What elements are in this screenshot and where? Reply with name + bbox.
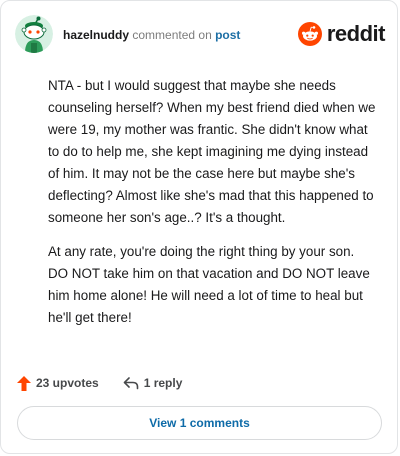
comment-paragraph: NTA - but I would suggest that maybe she… (48, 78, 376, 225)
username-link[interactable]: hazelnuddy (63, 28, 129, 42)
comment-byline: hazelnuddy commented on post (63, 28, 240, 42)
reddit-brand[interactable]: reddit (297, 21, 386, 47)
reddit-wordmark: reddit (326, 21, 386, 46)
comment-card: hazelnuddy commented on post reddit NTA … (0, 0, 398, 454)
user-avatar[interactable] (15, 15, 53, 53)
upvote-count: 23 upvotes (36, 376, 99, 390)
upvote-arrow-icon (17, 375, 31, 391)
view-comments-button[interactable]: View 1 comments (17, 406, 382, 440)
comment-actions: 23 upvotes 1 reply (17, 372, 182, 394)
reply-button[interactable]: 1 reply (123, 376, 183, 390)
comment-body: NTA - but I would suggest that maybe she… (48, 75, 378, 341)
reply-arrow-icon (123, 377, 139, 390)
comment-header: hazelnuddy commented on post reddit (15, 15, 386, 55)
reddit-snoo-icon (297, 22, 322, 46)
snoo-avatar-icon (15, 15, 53, 53)
upvote-button[interactable]: 23 upvotes (17, 375, 99, 391)
comment-paragraph: At any rate, you're doing the right thin… (48, 244, 370, 325)
action-text: commented on (132, 28, 212, 42)
reply-count: 1 reply (143, 376, 183, 390)
post-link[interactable]: post (215, 28, 240, 42)
